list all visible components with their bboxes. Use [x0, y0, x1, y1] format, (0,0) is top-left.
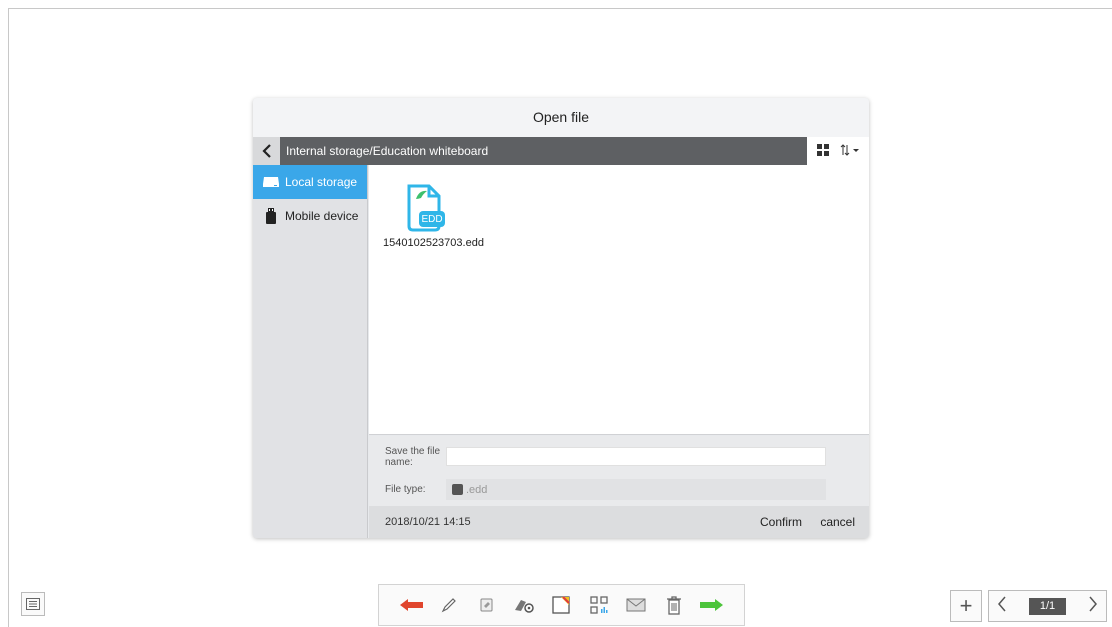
trash-button[interactable]: [661, 592, 687, 618]
undo-arrow-icon: [399, 599, 423, 611]
file-type-label: File type:: [385, 484, 426, 495]
file-type-icon: [452, 484, 463, 495]
prev-page-button[interactable]: [997, 596, 1007, 617]
file-item[interactable]: EDD 1540102523703.edd: [383, 182, 484, 249]
usb-icon: [261, 208, 281, 224]
redo-arrow-icon: [700, 599, 724, 611]
page-indicator: 1/1: [1029, 597, 1066, 615]
sidebar-item-local-storage[interactable]: Local storage: [253, 165, 367, 199]
path-bar: Internal storage/Education whiteboard: [253, 137, 869, 165]
hard-drive-icon: [261, 176, 281, 188]
redo-button[interactable]: [698, 592, 724, 618]
open-file-dialog: Open file Internal storage/Education whi…: [253, 98, 869, 538]
file-list: EDD 1540102523703.edd: [369, 165, 869, 435]
file-name: 1540102523703.edd: [383, 237, 484, 249]
save-form: Save the file name: File type: .edd: [369, 436, 869, 506]
list-icon: [26, 598, 40, 610]
file-badge: EDD: [421, 214, 443, 225]
qr-code-icon: [590, 596, 608, 614]
qr-code-button[interactable]: [586, 592, 612, 618]
sidebar-item-mobile-device[interactable]: Mobile device: [253, 199, 367, 233]
mail-button[interactable]: [623, 592, 649, 618]
confirm-button[interactable]: Confirm: [760, 506, 802, 538]
note-icon: [552, 596, 571, 614]
note-button[interactable]: [548, 592, 574, 618]
menu-button[interactable]: [21, 592, 45, 616]
sidebar-item-label: Mobile device: [285, 209, 359, 223]
undo-button[interactable]: [399, 592, 425, 618]
bottom-toolbar: [378, 584, 745, 626]
current-path: Internal storage/Education whiteboard: [286, 144, 489, 158]
view-controls: [807, 137, 869, 165]
file-name-input[interactable]: [446, 447, 826, 466]
pen-icon: [441, 598, 457, 613]
file-type-value: .edd: [466, 483, 488, 496]
cancel-button[interactable]: cancel: [820, 506, 855, 538]
grid-view-icon[interactable]: [816, 143, 829, 159]
pen-button[interactable]: [436, 592, 462, 618]
plus-icon: +: [959, 593, 973, 618]
file-name-label: Save the file name:: [385, 446, 441, 468]
timestamp: 2018/10/21 14:15: [385, 516, 471, 528]
chevron-left-icon: [261, 144, 271, 158]
dialog-title: Open file: [253, 98, 869, 137]
page-navigator: 1/1: [988, 590, 1107, 622]
add-page-button[interactable]: +: [950, 590, 982, 622]
brush-settings-icon: [515, 600, 534, 613]
file-type-field[interactable]: .edd: [446, 479, 826, 500]
mail-icon: [626, 598, 646, 612]
sidebar-item-label: Local storage: [285, 175, 358, 189]
chevron-left-icon: [998, 596, 1006, 611]
dialog-footer: 2018/10/21 14:15 Confirm cancel: [369, 506, 869, 538]
next-page-button[interactable]: [1088, 596, 1098, 617]
eraser-icon: [480, 598, 493, 612]
eraser-button[interactable]: [474, 592, 500, 618]
location-sidebar: Local storage Mobile device: [253, 165, 368, 538]
brush-settings-button[interactable]: [511, 592, 537, 618]
sort-icon[interactable]: [840, 143, 860, 159]
back-button[interactable]: [253, 137, 280, 165]
trash-icon: [666, 596, 681, 615]
chevron-right-icon: [1089, 596, 1097, 611]
